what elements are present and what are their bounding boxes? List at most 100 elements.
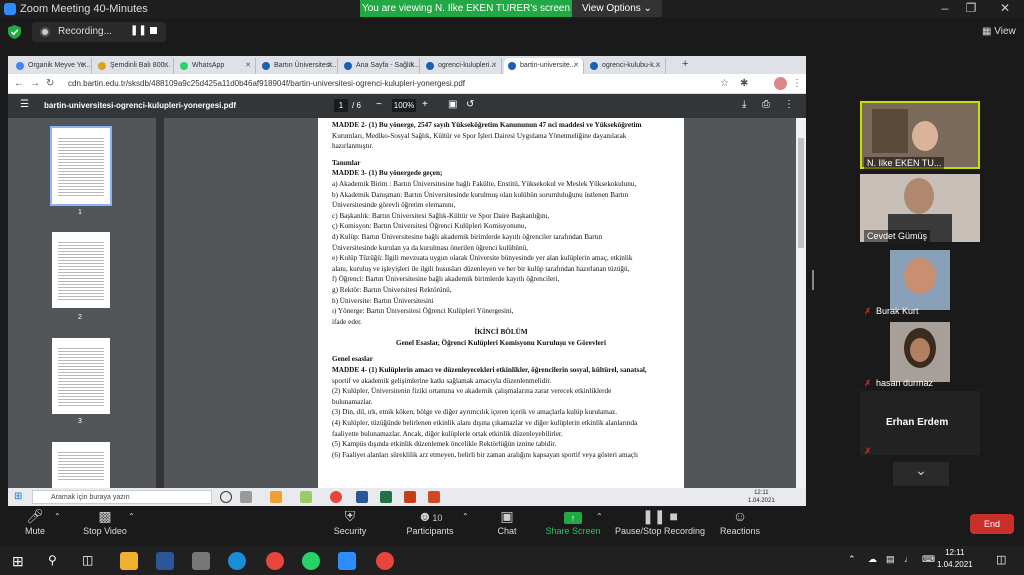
network-icon[interactable]: ▤: [886, 554, 895, 565]
search-icon[interactable]: ⚲: [48, 553, 57, 567]
reload-icon[interactable]: ↻: [46, 78, 54, 89]
stop-recording-icon[interactable]: [150, 27, 157, 34]
office-icon[interactable]: [428, 491, 440, 503]
close-icon[interactable]: ✕: [990, 1, 1020, 17]
remote-search-box[interactable]: Aramak için buraya yazın: [32, 490, 212, 504]
muted-mic-icon: ✗: [864, 306, 872, 316]
close-tab-icon[interactable]: ✕: [81, 61, 87, 69]
bookshelf: [872, 109, 908, 153]
chevron-up-icon[interactable]: ⌃: [128, 512, 135, 521]
participant-label: ✗ Burak Kurt: [864, 306, 919, 316]
chevron-up-icon[interactable]: ⌃: [462, 512, 469, 521]
page-thumbnail[interactable]: [52, 338, 110, 414]
panel-resize-handle[interactable]: [812, 270, 814, 290]
browser-tab[interactable]: Şemdinli Balı 800... ✕: [94, 58, 174, 74]
restore-icon[interactable]: ❐: [956, 1, 986, 17]
windows-start-icon[interactable]: ⊞: [14, 491, 22, 502]
close-tab-icon[interactable]: ✕: [655, 61, 661, 69]
task-view-icon[interactable]: [240, 491, 252, 503]
pdf-text-line: ı) Yönerge: Bartın Üniversitesi Öğrenci …: [332, 307, 514, 316]
close-tab-icon[interactable]: ✕: [163, 61, 169, 69]
page-thumbnail[interactable]: [52, 232, 110, 308]
profile-avatar[interactable]: [774, 77, 787, 90]
pause-stop-recording-button[interactable]: ❚❚ ■ Pause/Stop Recording: [614, 506, 706, 536]
end-meeting-button[interactable]: End: [970, 514, 1014, 534]
participants-button[interactable]: ☻10 Participants: [404, 506, 456, 536]
zoom-icon[interactable]: [338, 552, 356, 570]
cloud-icon[interactable]: ☁: [868, 554, 877, 565]
url-field[interactable]: cdn.bartin.edu.tr/sksdb/488109a9c25d425a…: [68, 77, 668, 91]
chrome-icon[interactable]: [376, 552, 394, 570]
browser-tab[interactable]: Bartın Üniversitesi... ✕: [258, 58, 338, 74]
viewer-scrollbar[interactable]: [796, 118, 806, 488]
close-tab-icon[interactable]: ✕: [245, 61, 251, 69]
zoom-level-input[interactable]: 100%: [392, 99, 416, 112]
download-icon[interactable]: ⤓: [742, 99, 746, 110]
share-screen-button[interactable]: ↑ Share Screen: [545, 506, 601, 536]
print-icon[interactable]: ⎙: [762, 99, 770, 110]
volume-icon[interactable]: ♩: [904, 554, 913, 564]
rotate-icon[interactable]: ↺: [466, 99, 474, 110]
browser-tab[interactable]: Organik Meyve Ye... ✕: [12, 58, 92, 74]
file-explorer-icon[interactable]: [270, 491, 282, 503]
word-icon[interactable]: [356, 491, 368, 503]
remote-taskbar: ⊞ Aramak için buraya yazın 12:11 1.04.20…: [8, 488, 806, 506]
page-thumbnail[interactable]: [52, 442, 110, 488]
scrollbar-thumb[interactable]: [798, 138, 804, 248]
fit-page-icon[interactable]: ▣: [448, 99, 457, 110]
page-number-input[interactable]: 1: [334, 99, 348, 112]
browser-tab[interactable]: Ana Sayfa - Sağlık... ✕: [340, 58, 420, 74]
reactions-button[interactable]: ☺ Reactions: [718, 506, 762, 536]
close-tab-icon[interactable]: ✕: [409, 61, 415, 69]
zoom-out-icon[interactable]: −: [376, 99, 382, 110]
browser-tab[interactable]: bartin-universite... ✕: [504, 58, 584, 74]
pause-recording-icon[interactable]: ❚❚: [130, 25, 147, 36]
forward-icon[interactable]: →: [30, 78, 40, 89]
view-options-button[interactable]: View Options ⌄: [572, 0, 662, 17]
chevron-up-icon[interactable]: ⌃: [54, 512, 61, 521]
view-button[interactable]: ▦ View: [982, 26, 1016, 37]
browser-tab[interactable]: WhatsApp ✕: [176, 58, 256, 74]
thumbnail-number: 2: [78, 314, 82, 321]
mute-button[interactable]: 🎤︎ Mute: [22, 506, 48, 536]
word-icon[interactable]: [156, 552, 174, 570]
close-tab-icon[interactable]: ✕: [491, 61, 497, 69]
zoom-in-icon[interactable]: +: [422, 99, 428, 110]
new-tab-icon[interactable]: +: [682, 58, 688, 70]
app-icon[interactable]: [300, 491, 312, 503]
file-explorer-icon[interactable]: [120, 552, 138, 570]
close-tab-icon[interactable]: ✕: [327, 61, 333, 69]
sidebar-scrollbar[interactable]: [156, 118, 164, 488]
chat-button[interactable]: ▣ Chat: [492, 506, 522, 536]
whatsapp-icon[interactable]: [302, 552, 320, 570]
extensions-icon[interactable]: ✱: [740, 78, 748, 89]
edge-icon[interactable]: [228, 552, 246, 570]
pdf-text-line: Üniversitesinde kurulan ya da kurulması …: [332, 243, 529, 252]
back-icon[interactable]: ←: [14, 78, 24, 89]
windows-start-icon[interactable]: ⊞: [12, 553, 24, 570]
page-thumbnail[interactable]: [50, 126, 112, 206]
stop-video-button[interactable]: ▩ Stop Video: [80, 506, 130, 536]
chrome-icon[interactable]: [266, 552, 284, 570]
security-button[interactable]: ⛨ Security: [330, 506, 370, 536]
encryption-shield-icon[interactable]: [8, 25, 21, 39]
powerpoint-icon[interactable]: [404, 491, 416, 503]
chrome-menu-icon[interactable]: ⋮: [792, 78, 802, 89]
excel-icon[interactable]: [380, 491, 392, 503]
task-view-icon[interactable]: ◫: [82, 553, 93, 567]
keyboard-icon[interactable]: ⌨: [922, 554, 935, 565]
pdf-menu-icon[interactable]: ☰: [20, 99, 29, 110]
calculator-icon[interactable]: [192, 552, 210, 570]
chrome-icon[interactable]: [330, 491, 342, 503]
tray-chevron-icon[interactable]: ⌃: [848, 554, 856, 565]
chevron-up-icon[interactable]: ⌃: [596, 512, 603, 521]
browser-tab[interactable]: ogrenci-kulupleri... ✕: [422, 58, 502, 74]
chevron-down-icon[interactable]: ⌄: [893, 462, 949, 486]
close-tab-icon[interactable]: ✕: [573, 61, 579, 69]
more-options-icon[interactable]: ⋮: [784, 99, 794, 110]
notifications-icon[interactable]: ◫: [996, 553, 1006, 566]
browser-tab[interactable]: ogrenci-kulubu-k... ✕: [586, 58, 666, 74]
cortana-icon[interactable]: [220, 491, 232, 503]
pdf-text-line: MADDE 2- (1) Bu yönerge, 2547 sayılı Yük…: [332, 121, 642, 129]
bookmark-star-icon[interactable]: ☆: [720, 78, 729, 89]
